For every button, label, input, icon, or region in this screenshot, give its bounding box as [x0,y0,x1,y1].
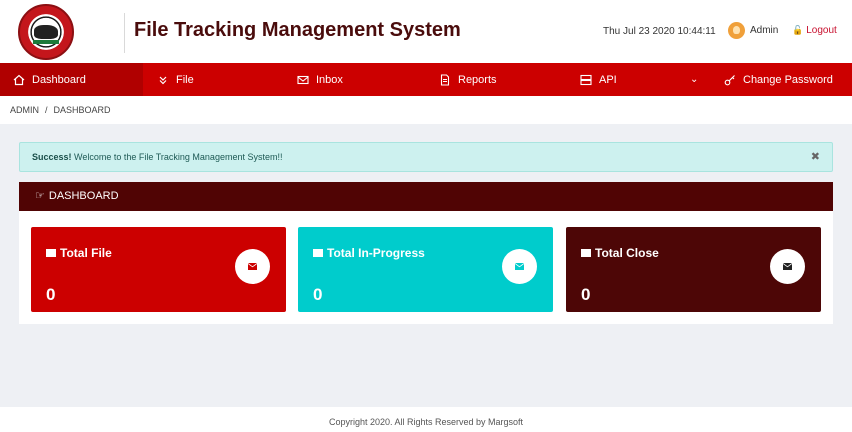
chevrons-down-icon [156,73,170,87]
card-total-in-progress[interactable]: Total In-Progress 0 [298,227,553,312]
mail-icon [296,73,310,87]
card-action-button[interactable] [502,249,537,284]
panel-header: ☞ DASHBOARD [19,182,833,211]
success-alert: Success! Welcome to the File Tracking Ma… [19,142,833,172]
card-title: Total Close [581,246,659,260]
breadcrumb: ADMIN / DASHBOARD [0,96,852,124]
close-icon[interactable]: ✖ [811,143,820,171]
lock-icon: 🔓 [792,25,804,35]
logout-label: Logout [806,25,837,36]
nav-label-inbox: Inbox [316,73,343,86]
nav-item-dashboard[interactable]: Dashboard [0,63,143,96]
card-total-file[interactable]: Total File 0 [31,227,286,312]
user-avatar-icon[interactable] [728,22,745,39]
alert-strong: Success! [32,152,72,162]
nav-item-file[interactable]: File [156,63,194,96]
card-value: 0 [581,285,591,304]
card-value: 0 [313,285,323,304]
server-icon [579,73,593,87]
card-total-close[interactable]: Total Close 0 [566,227,821,312]
key-icon [723,73,737,87]
card-title-text: Total File [60,246,112,260]
current-datetime: Thu Jul 23 2020 10:44:11 [603,26,716,37]
footer-copyright: Copyright 2020. All Rights Reserved by M… [0,407,852,432]
card-title: Total In-Progress [313,246,425,260]
card-action-button[interactable] [235,249,270,284]
user-name[interactable]: Admin [750,25,778,36]
card-value: 0 [46,285,56,304]
envelope-icon [783,263,792,270]
header-divider [124,13,125,53]
nav-label-reports: Reports [458,73,497,86]
main-navbar: Dashboard File Inbox Reports API Change … [0,63,852,96]
nav-label-api: API [599,73,617,86]
report-icon [438,73,452,87]
home-icon [12,73,26,87]
envelope-icon [515,263,524,270]
hand-pointing-icon: ☞ [35,190,45,202]
alert-message: Welcome to the File Tracking Management … [74,152,283,162]
panel-title: DASHBOARD [48,190,119,202]
card-action-button[interactable] [770,249,805,284]
breadcrumb-admin[interactable]: ADMIN [10,105,39,115]
nav-item-api[interactable]: API [579,63,617,96]
card-title-text: Total Close [595,246,659,260]
nav-label-file: File [176,73,194,86]
breadcrumb-separator: / [45,105,48,115]
envelope-icon [313,248,323,257]
api-chevron-down-icon[interactable]: ⌄ [690,74,698,85]
app-title: File Tracking Management System [134,19,461,41]
nav-item-inbox[interactable]: Inbox [296,63,343,96]
envelope-icon [248,263,257,270]
envelope-icon [46,248,56,257]
card-title-text: Total In-Progress [327,246,425,260]
card-title: Total File [46,246,112,260]
envelope-icon [581,248,591,257]
logout-link[interactable]: 🔓 Logout [792,25,837,36]
nav-label-change-password: Change Password [743,73,833,86]
nav-item-change-password[interactable]: Change Password [723,63,833,96]
organization-logo [18,4,74,60]
nav-item-reports[interactable]: Reports [438,63,497,96]
nav-label-dashboard: Dashboard [32,73,86,86]
top-header: File Tracking Management System Thu Jul … [0,0,852,63]
breadcrumb-dashboard: DASHBOARD [53,105,111,115]
